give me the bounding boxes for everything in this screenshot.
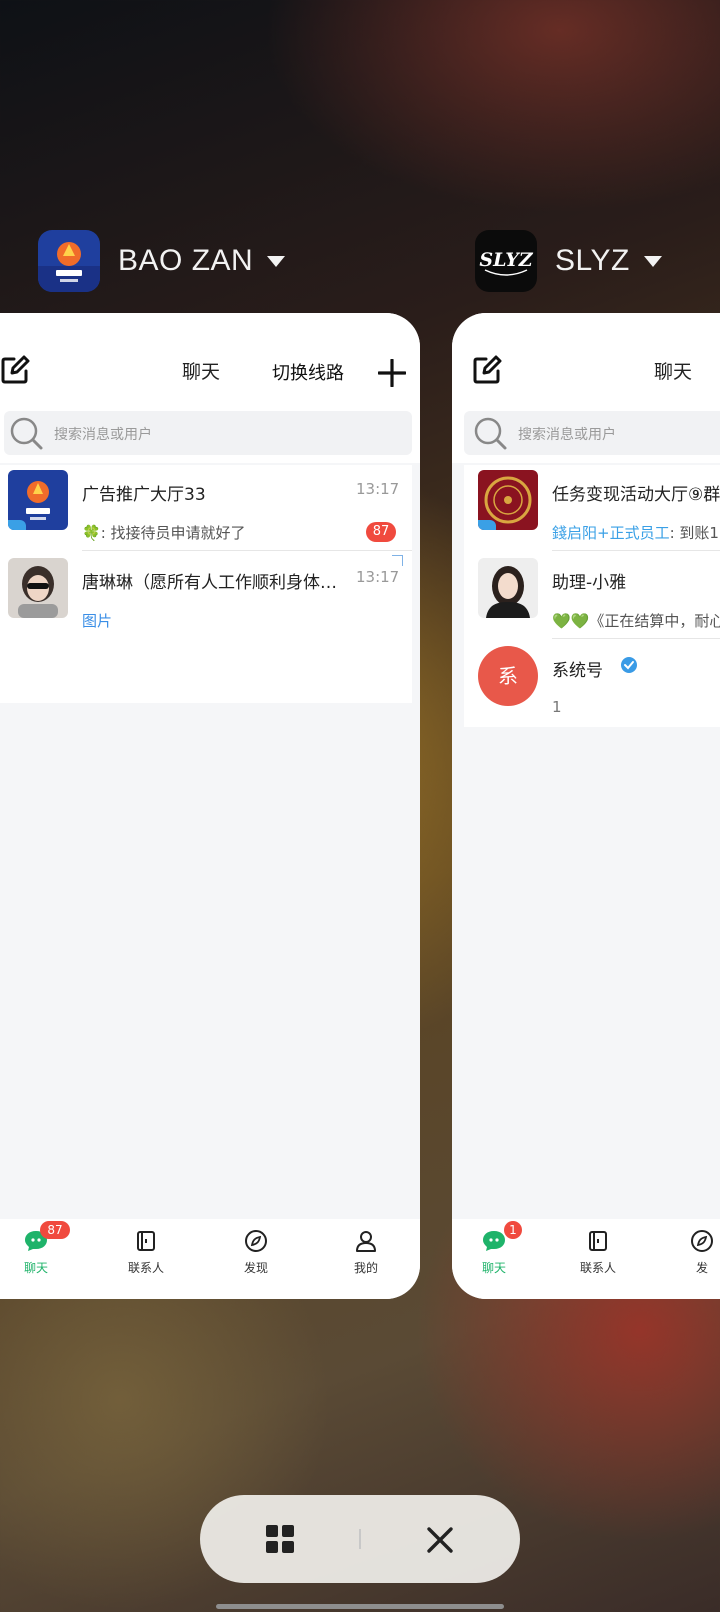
compass-icon <box>245 1230 267 1252</box>
chat-row[interactable]: 系 系统号 1 <box>464 641 720 727</box>
tab-discover[interactable]: 发 <box>662 1229 720 1276</box>
divider <box>359 1529 361 1549</box>
app-card-slyz[interactable]: 聊天 搜索消息或用户 任务变现活动大厅⑨群 錢启阳+正式员工: 到账1 助理-小… <box>452 313 720 1299</box>
tab-label: 我的 <box>353 1261 378 1275</box>
tab-contacts[interactable]: 联系人 <box>106 1229 186 1276</box>
official-tag-icon <box>8 520 26 530</box>
chat-preview: 1 <box>552 698 562 716</box>
app-name: SLYZ <box>555 244 630 277</box>
divider <box>552 638 720 639</box>
pinned-corner-icon <box>392 555 403 566</box>
compose-icon[interactable] <box>472 355 502 389</box>
user-avatar <box>478 558 538 618</box>
unread-badge: 87 <box>366 522 396 542</box>
verified-badge-icon <box>620 656 638 678</box>
chat-row[interactable]: 唐琳琳（愿所有人工作顺利身体… 13:17 图片 <box>0 553 412 639</box>
search-input[interactable]: 搜索消息或用户 <box>4 411 412 455</box>
chat-title: 唐琳琳（愿所有人工作顺利身体… <box>82 573 337 593</box>
home-indicator[interactable] <box>216 1604 504 1609</box>
contacts-icon <box>589 1231 607 1251</box>
chat-preview: 錢启阳+正式员工: 到账1 <box>552 522 720 543</box>
bottom-tab-bar: 聊天 87 联系人 发现 我的 <box>0 1219 420 1299</box>
plus-icon[interactable] <box>377 358 407 391</box>
caret-down-icon[interactable] <box>643 255 662 267</box>
chat-row[interactable]: 助理-小雅 💚💚《正在结算中，耐心 <box>464 553 720 639</box>
system-avatar: 系 <box>478 646 538 706</box>
grid-icon[interactable] <box>266 1525 294 1557</box>
switch-line-button[interactable]: 切换线路 <box>272 359 344 385</box>
chat-preview: 💚💚《正在结算中，耐心 <box>552 612 720 630</box>
chat-list: 任务变现活动大厅⑨群 錢启阳+正式员工: 到账1 助理-小雅 💚💚《正在结算中，… <box>464 465 720 727</box>
official-tag-icon <box>478 520 496 530</box>
app-card-baozan[interactable]: 聊天 切换线路 搜索消息或用户 广告推广大厅33 13:17 🍀: 找接待员申请… <box>0 313 420 1299</box>
tab-label: 联系人 <box>579 1261 616 1275</box>
app-name: BAO ZAN <box>118 244 254 277</box>
tab-profile[interactable]: 我的 <box>326 1229 406 1276</box>
group-avatar <box>478 470 538 530</box>
chat-preview: 图片 <box>82 612 113 630</box>
tab-label: 发现 <box>243 1261 268 1275</box>
tab-discover[interactable]: 发现 <box>216 1229 296 1276</box>
svg-text:SLYZ: SLYZ <box>479 249 533 271</box>
clover-icon: 🍀 <box>82 524 101 542</box>
tab-contacts[interactable]: 联系人 <box>558 1229 638 1276</box>
chat-preview: 🍀: 找接待员申请就好了 <box>82 522 362 543</box>
chat-title: 助理-小雅 <box>552 573 627 593</box>
search-icon <box>474 417 508 455</box>
chat-row[interactable]: 广告推广大厅33 13:17 🍀: 找接待员申请就好了 87 <box>0 465 412 551</box>
tab-chat[interactable]: 聊天 1 <box>454 1221 534 1276</box>
chat-icon <box>483 1231 505 1251</box>
search-placeholder: 搜索消息或用户 <box>518 427 616 443</box>
search-placeholder: 搜索消息或用户 <box>54 427 152 443</box>
chat-title: 系统号 <box>552 661 603 681</box>
search-icon <box>10 417 44 455</box>
caret-down-icon[interactable] <box>267 255 286 267</box>
contacts-icon <box>137 1231 155 1251</box>
divider <box>82 550 412 551</box>
tab-label: 联系人 <box>127 1261 164 1275</box>
tab-chat[interactable]: 聊天 87 <box>0 1221 76 1276</box>
tab-label: 发 <box>695 1261 708 1275</box>
bottom-tab-bar: 聊天 1 联系人 发 <box>452 1219 720 1299</box>
recents-control-bar <box>200 1495 520 1583</box>
chat-time: 13:17 <box>356 568 400 586</box>
close-icon[interactable] <box>426 1526 454 1558</box>
tab-label: 聊天 <box>481 1261 506 1275</box>
divider <box>552 550 720 551</box>
chat-sender: 錢启阳+正式员工 <box>552 524 670 542</box>
tab-badge: 87 <box>40 1221 70 1239</box>
slyz-app-icon[interactable]: SLYZ <box>475 230 537 292</box>
chat-row[interactable]: 任务变现活动大厅⑨群 錢启阳+正式员工: 到账1 <box>464 465 720 551</box>
user-avatar <box>8 558 68 618</box>
chat-time: 13:17 <box>356 480 400 498</box>
chat-title: 广告推广大厅33 <box>82 485 206 505</box>
baozan-app-icon[interactable] <box>38 230 100 292</box>
chat-title: 任务变现活动大厅⑨群 <box>552 485 720 505</box>
app-header-baozan[interactable]: BAO ZAN <box>38 230 286 292</box>
chat-message: : 到账1 <box>669 524 719 542</box>
tab-label: 聊天 <box>23 1261 48 1275</box>
group-avatar <box>8 470 68 530</box>
chat-message: : 找接待员申请就好了 <box>100 524 246 542</box>
compass-icon <box>691 1230 713 1252</box>
chat-list: 广告推广大厅33 13:17 🍀: 找接待员申请就好了 87 唐琳琳（愿所有人工… <box>0 465 412 703</box>
tab-badge: 1 <box>504 1221 522 1239</box>
compose-icon[interactable] <box>0 355 30 389</box>
page-title: 聊天 <box>654 361 693 383</box>
app-header-slyz[interactable]: SLYZ SLYZ <box>475 230 662 292</box>
profile-icon <box>356 1231 376 1252</box>
page-title: 聊天 <box>182 361 221 383</box>
search-input[interactable]: 搜索消息或用户 <box>464 411 720 455</box>
